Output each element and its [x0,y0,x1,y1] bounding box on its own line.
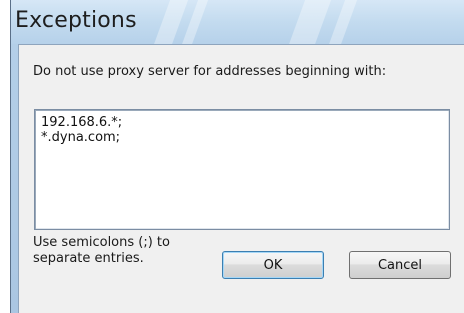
instruction-label: Do not use proxy server for addresses be… [33,64,387,79]
semicolon-hint: Use semicolons (;) to separate entries. [33,235,203,267]
title-bar[interactable]: Exceptions [11,0,464,44]
exceptions-textarea[interactable]: 192.168.6.*; *.dyna.com; [34,109,450,230]
exception-entry: *.dyna.com; [41,130,121,145]
hint-line: Use semicolons (;) to [33,235,170,250]
exceptions-dialog: Exceptions Do not use proxy server for a… [10,0,464,313]
cancel-button[interactable]: Cancel [349,251,451,279]
exception-entry: 192.168.6.*; [41,115,123,130]
dialog-client-area: Do not use proxy server for addresses be… [18,44,464,313]
window-title: Exceptions [15,8,137,33]
cancel-button-label: Cancel [377,257,423,273]
title-glass-streak [283,0,335,44]
hint-line: separate entries. [33,251,144,266]
title-glass-streak [323,0,361,44]
ok-button-label: OK [263,257,283,273]
ok-button[interactable]: OK [222,251,324,279]
